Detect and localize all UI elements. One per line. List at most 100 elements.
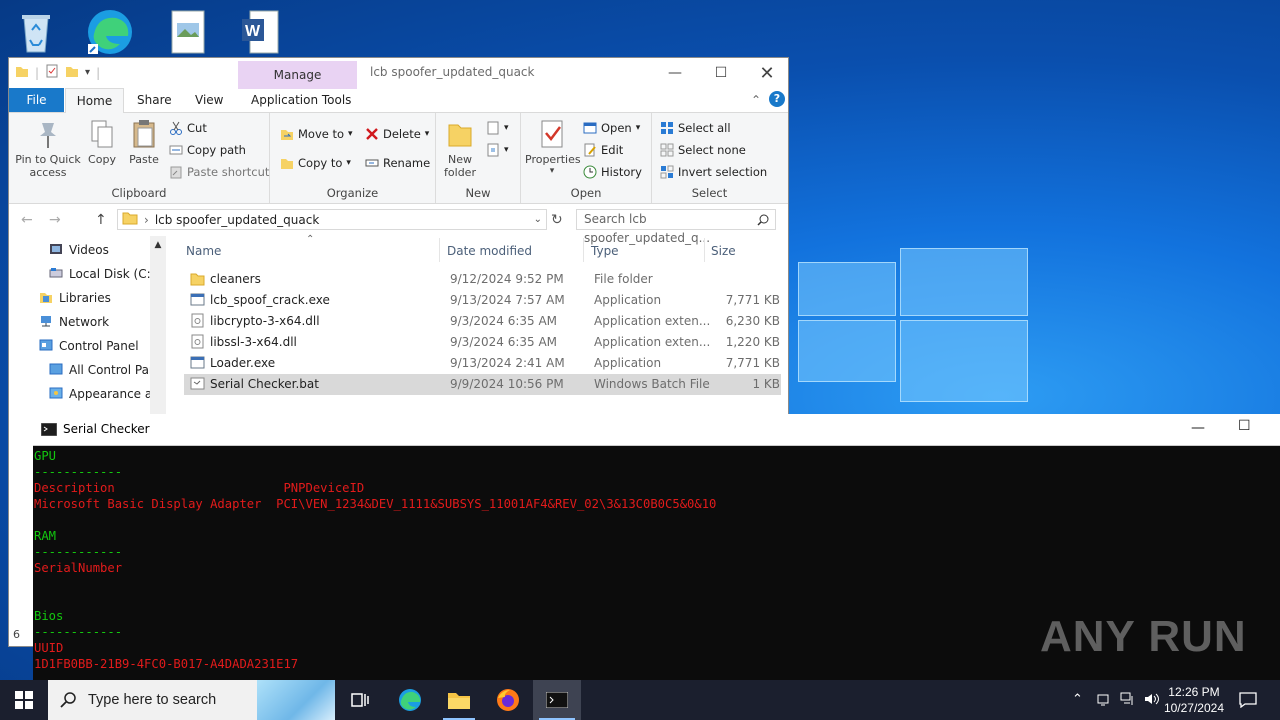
maximize-button[interactable]: ☐: [698, 58, 744, 88]
file-row[interactable]: libssl-3-x64.dll 9/3/2024 6:35 AM Applic…: [184, 332, 781, 353]
rename-button[interactable]: Rename: [365, 156, 430, 170]
chevron-up-icon[interactable]: ⌃: [1072, 692, 1083, 707]
file-name: libssl-3-x64.dll: [210, 335, 297, 349]
file-row[interactable]: Loader.exe 9/13/2024 2:41 AM Application…: [184, 353, 781, 374]
address-bar[interactable]: › lcb spoofer_updated_quack ⌄: [117, 209, 547, 230]
tab-file[interactable]: File: [9, 88, 64, 112]
nav-item-label: Control Panel: [59, 339, 139, 353]
nav-item-local-disk[interactable]: Local Disk (C:): [49, 263, 155, 285]
help-icon[interactable]: ?: [769, 91, 785, 107]
delete-button[interactable]: Delete ▾: [365, 127, 429, 141]
tab-home[interactable]: Home: [65, 88, 124, 113]
column-header-date[interactable]: Date modified: [447, 244, 532, 258]
breadcrumb[interactable]: lcb spoofer_updated_quack: [155, 213, 319, 227]
edit-button[interactable]: Edit: [583, 143, 623, 157]
nav-item-all-control-panel[interactable]: All Control Par: [49, 359, 154, 381]
tab-application-tools[interactable]: Application Tools: [251, 88, 351, 112]
cut-button[interactable]: Cut: [169, 121, 207, 135]
separator: |: [96, 65, 101, 80]
console-line: Microsoft Basic Display Adapter PCI\VEN_…: [34, 497, 717, 511]
scroll-up-icon[interactable]: ▲: [150, 236, 166, 250]
minimize-button[interactable]: —: [652, 58, 698, 88]
paste-shortcut-label: Paste shortcut: [187, 165, 270, 179]
dll-file-icon: [190, 334, 205, 352]
chevron-down-icon[interactable]: ▾: [85, 67, 90, 78]
close-button[interactable]: ✕: [744, 58, 788, 88]
edge-taskbar-button[interactable]: [386, 680, 434, 720]
windows-start-icon: [15, 691, 33, 709]
file-row[interactable]: lcb_spoof_crack.exe 9/13/2024 7:57 AM Ap…: [184, 290, 781, 311]
minimize-button[interactable]: —: [1191, 420, 1205, 436]
history-button[interactable]: History: [583, 165, 642, 179]
up-arrow-icon[interactable]: ↑: [95, 212, 107, 228]
collapse-ribbon-icon[interactable]: ⌃: [751, 88, 761, 112]
back-arrow-icon[interactable]: ←: [21, 212, 33, 228]
move-to-button[interactable]: Move to ▾: [280, 127, 353, 141]
open-label: Open: [601, 121, 632, 135]
sort-up-icon: ⌃: [306, 234, 315, 245]
paste-shortcut-button[interactable]: Paste shortcut: [169, 165, 269, 179]
start-button[interactable]: [0, 680, 48, 720]
search-input[interactable]: Search lcb spoofer_updated_q...: [576, 209, 776, 245]
file-type: File folder: [594, 272, 653, 286]
recycle-bin-icon[interactable]: [12, 8, 60, 56]
nav-item-label: Libraries: [59, 291, 111, 305]
device-icon[interactable]: [1096, 692, 1110, 710]
edge-shortcut-icon[interactable]: [86, 8, 134, 56]
image-file-icon[interactable]: [164, 8, 212, 56]
file-row-selected[interactable]: Serial Checker.bat 9/9/2024 10:56 PM Win…: [184, 374, 781, 395]
invert-selection-button[interactable]: Invert selection: [660, 165, 767, 179]
tab-view[interactable]: View: [195, 88, 223, 112]
network-icon[interactable]: [1120, 692, 1136, 710]
maximize-button[interactable]: ☐: [1238, 418, 1251, 434]
nav-item-libraries[interactable]: Libraries: [39, 287, 111, 309]
file-explorer-taskbar-button[interactable]: [435, 680, 483, 720]
nav-item-control-panel[interactable]: Control Panel: [39, 335, 139, 357]
chevron-down-icon[interactable]: ⌄: [534, 214, 542, 225]
word-document-icon[interactable]: W: [236, 8, 284, 56]
system-clock[interactable]: 12:26 PM 10/27/2024: [1164, 684, 1224, 716]
task-view-button[interactable]: [336, 680, 384, 720]
paste-button[interactable]: Paste: [126, 119, 162, 166]
easy-access-button[interactable]: ▾: [486, 143, 509, 157]
control-panel-icon: [39, 338, 53, 355]
volume-icon[interactable]: [1144, 692, 1160, 710]
nav-item-appearance[interactable]: Appearance an: [49, 383, 160, 405]
properties-button[interactable]: Properties ▾: [525, 119, 581, 176]
taskbar-search-box[interactable]: Type here to search: [48, 680, 335, 720]
new-folder-qat-icon[interactable]: [65, 64, 79, 81]
new-folder-button[interactable]: New folder: [442, 119, 478, 179]
console-taskbar-button[interactable]: [533, 680, 581, 720]
nav-item-network[interactable]: Network: [39, 311, 109, 333]
notifications-icon[interactable]: [1239, 692, 1257, 712]
refresh-icon[interactable]: ↻: [551, 212, 563, 228]
open-icon: [583, 121, 597, 135]
copy-path-button[interactable]: Copy path: [169, 143, 246, 157]
select-all-button[interactable]: Select all: [660, 121, 731, 135]
windows-logo-graphic: [790, 240, 1030, 420]
select-none-label: Select none: [678, 143, 746, 157]
file-row[interactable]: libcrypto-3-x64.dll 9/3/2024 6:35 AM App…: [184, 311, 781, 332]
manage-contextual-tab[interactable]: Manage: [238, 61, 357, 89]
select-all-label: Select all: [678, 121, 731, 135]
forward-arrow-icon[interactable]: →: [49, 212, 61, 228]
console-window[interactable]: Serial Checker — ☐ GPU ------------ Descri…: [33, 414, 1280, 720]
pin-quick-access-button[interactable]: Pin to Quick access: [15, 119, 81, 179]
column-header-type[interactable]: Type: [591, 244, 619, 258]
file-name: cleaners: [210, 272, 261, 286]
properties-qat-icon[interactable]: [45, 64, 59, 81]
column-header-name[interactable]: Name: [186, 244, 221, 258]
copy-button[interactable]: Copy: [85, 119, 119, 166]
firefox-taskbar-button[interactable]: [484, 680, 532, 720]
column-header-size[interactable]: Size: [711, 244, 736, 258]
copy-to-button[interactable]: Copy to ▾: [280, 156, 351, 170]
tab-share[interactable]: Share: [137, 88, 172, 112]
file-row[interactable]: cleaners 9/12/2024 9:52 PM File folder: [184, 269, 781, 290]
new-item-button[interactable]: ▾: [486, 121, 509, 135]
select-none-button[interactable]: Select none: [660, 143, 746, 157]
folder-icon: [122, 211, 138, 228]
dll-file-icon: [190, 313, 205, 331]
file-name: libcrypto-3-x64.dll: [210, 314, 320, 328]
open-button[interactable]: Open ▾: [583, 121, 640, 135]
nav-item-videos[interactable]: Videos: [49, 239, 109, 261]
